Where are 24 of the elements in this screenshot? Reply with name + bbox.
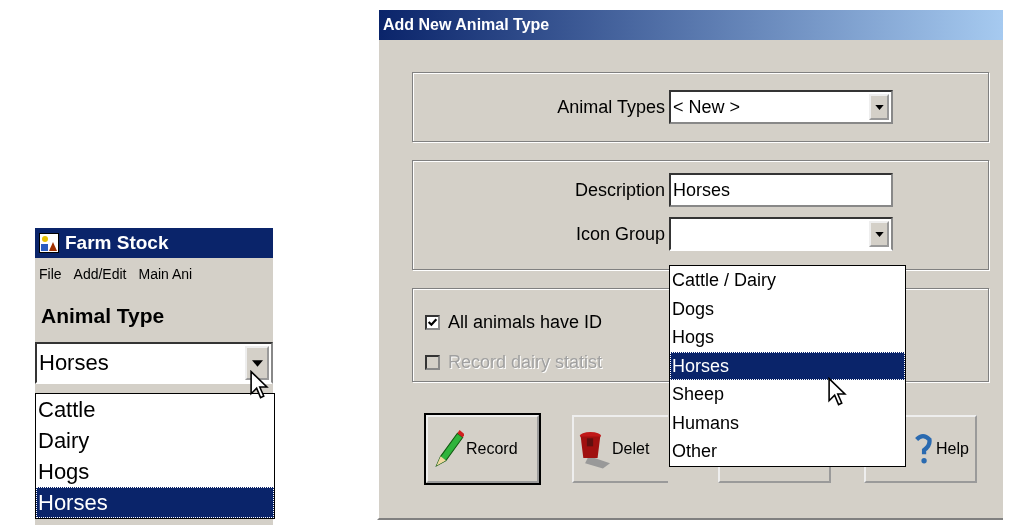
dropdown-option[interactable]: Sheep — [670, 380, 905, 409]
checkbox-label: All animals have ID — [448, 311, 603, 333]
dropdown-option[interactable]: Cattle — [36, 394, 274, 425]
dropdown-option[interactable]: Hogs — [36, 456, 274, 487]
menu-item[interactable]: File — [39, 266, 62, 282]
field-label: Animal Types — [556, 96, 665, 118]
field-label: Icon Group — [574, 223, 665, 245]
animal-types-dropdown[interactable]: < New > — [669, 90, 893, 124]
animal-type-dropdown[interactable]: Horses — [35, 342, 273, 384]
menu-item[interactable]: Add/Edit — [73, 266, 127, 282]
field-label: Animal Type — [40, 303, 166, 328]
dropdown-option[interactable]: Horses — [670, 351, 905, 380]
dropdown-option[interactable]: Cattle / Dairy — [670, 266, 905, 295]
dropdown-option[interactable]: Hogs — [670, 323, 905, 352]
dropdown-option[interactable]: Horses — [36, 487, 274, 518]
window-title: Add New Animal Type — [383, 16, 550, 34]
dropdown-option[interactable]: Dairy — [36, 425, 274, 456]
delete-button[interactable]: Delet — [572, 415, 668, 483]
menu-item[interactable]: Main Ani — [138, 266, 193, 282]
description-field[interactable]: Horses — [669, 173, 893, 207]
dropdown-option[interactable]: Dogs — [670, 294, 905, 323]
field-label: Description — [573, 179, 665, 201]
record-button[interactable]: Record — [426, 415, 539, 483]
window-title: Farm Stock — [65, 232, 169, 254]
